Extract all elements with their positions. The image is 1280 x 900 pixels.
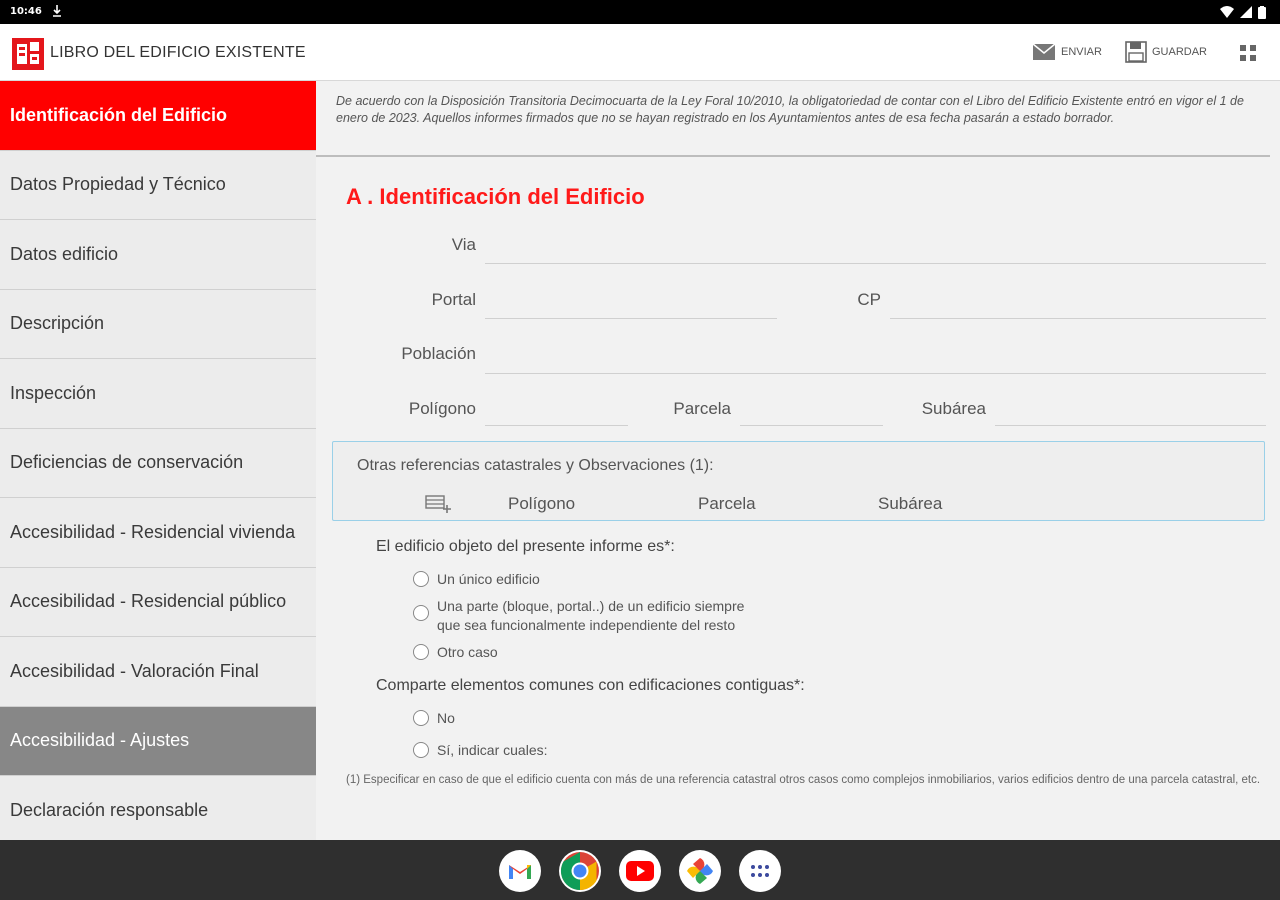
sidebar: Identificación del Edificio Datos Propie…	[0, 81, 316, 840]
poligono-input[interactable]	[485, 400, 628, 426]
portal-label: Portal	[431, 290, 476, 309]
building-type-question: El edificio objeto del presente informe …	[376, 538, 675, 555]
legal-notice: De acuerdo con la Disposición Transitori…	[336, 94, 1244, 125]
signal-icon	[1240, 6, 1252, 18]
refs-col-parcela: Parcela	[698, 494, 756, 513]
option-label-line2: que sea funcionalmente independiente del…	[437, 616, 736, 633]
chrome-icon[interactable]	[559, 850, 601, 892]
sidebar-item-declaracion[interactable]: Declaración responsable	[0, 776, 316, 840]
option-label: Otro caso	[437, 644, 498, 660]
other-references-title: Otras referencias catastrales y Observac…	[357, 457, 714, 474]
gmail-icon[interactable]	[499, 850, 541, 892]
divider	[316, 155, 1270, 157]
sidebar-item-accesibilidad-publico[interactable]: Accesibilidad - Residencial público	[0, 567, 316, 637]
option-label: Sí, indicar cuales:	[437, 742, 548, 758]
main-content: De acuerdo con la Disposición Transitori…	[316, 81, 1280, 840]
option-unico-edificio[interactable]: Un único edificio	[413, 570, 540, 589]
taskbar-dock	[0, 840, 1280, 900]
other-references-panel: Otras referencias catastrales y Observac…	[332, 441, 1265, 521]
section-title: A . Identificación del Edificio	[346, 184, 645, 209]
via-input[interactable]	[485, 238, 1266, 264]
grid-menu-icon[interactable]	[1239, 44, 1257, 62]
poligono-label: Polígono	[408, 399, 476, 418]
sidebar-item-accesibilidad-ajustes[interactable]: Accesibilidad - Ajustes	[0, 706, 316, 776]
envelope-icon	[1032, 43, 1056, 60]
save-disk-icon	[1125, 41, 1147, 63]
footnote: (1) Especificar en caso de que el edific…	[346, 774, 1261, 786]
radio-button[interactable]	[413, 605, 429, 621]
send-label: ENVIAR	[1061, 46, 1102, 58]
poblacion-input[interactable]	[485, 348, 1266, 374]
sidebar-item-accesibilidad-vivienda[interactable]: Accesibilidad - Residencial vivienda	[0, 498, 316, 568]
shared-elements-question: Comparte elementos comunes con edificaci…	[376, 677, 805, 694]
option-parte-edificio[interactable]: Una parte (bloque, portal..) de un edifi…	[413, 597, 744, 635]
option-label: Una parte (bloque, portal..) de un edifi…	[437, 597, 744, 635]
save-button[interactable]: GUARDAR	[1125, 40, 1207, 64]
option-otro-caso[interactable]: Otro caso	[413, 643, 498, 662]
refs-col-subarea: Subárea	[878, 494, 943, 513]
download-icon	[53, 5, 61, 17]
option-si[interactable]: Sí, indicar cuales:	[413, 741, 548, 760]
radio-button[interactable]	[413, 710, 429, 726]
portal-input[interactable]	[485, 293, 777, 319]
app-logo-icon	[12, 38, 44, 70]
app-bar: LIBRO DEL EDIFICIO EXISTENTE ENVIAR GUAR…	[0, 24, 1280, 81]
radio-button[interactable]	[413, 644, 429, 660]
add-reference-icon[interactable]	[425, 491, 453, 513]
radio-button[interactable]	[413, 742, 429, 758]
battery-icon	[1258, 5, 1266, 19]
status-bar: 10:46	[0, 0, 1280, 24]
option-no[interactable]: No	[413, 709, 455, 728]
radio-button[interactable]	[413, 571, 429, 587]
sidebar-item-datos-edificio[interactable]: Datos edificio	[0, 220, 316, 290]
parcela-input[interactable]	[740, 400, 883, 426]
sidebar-item-deficiencias[interactable]: Deficiencias de conservación	[0, 428, 316, 498]
via-label: Via	[451, 235, 476, 254]
clock: 10:46	[10, 6, 42, 17]
photos-icon[interactable]	[679, 850, 721, 892]
send-button[interactable]: ENVIAR	[1032, 40, 1102, 64]
option-label: Un único edificio	[437, 571, 540, 587]
cp-input[interactable]	[890, 293, 1266, 319]
youtube-icon[interactable]	[619, 850, 661, 892]
sidebar-item-accesibilidad-valoracion[interactable]: Accesibilidad - Valoración Final	[0, 637, 316, 707]
option-label-line1: Una parte (bloque, portal..) de un edifi…	[437, 598, 745, 614]
sidebar-item-inspeccion[interactable]: Inspección	[0, 359, 316, 429]
sidebar-item-datos-propiedad[interactable]: Datos Propiedad y Técnico	[0, 150, 316, 220]
refs-col-poligono: Polígono	[508, 494, 576, 513]
app-drawer-icon[interactable]	[739, 850, 781, 892]
option-label: No	[437, 710, 455, 726]
subarea-label: Subárea	[921, 399, 986, 418]
app-title: LIBRO DEL EDIFICIO EXISTENTE	[50, 44, 306, 61]
subarea-input[interactable]	[995, 400, 1266, 426]
sidebar-item-descripcion[interactable]: Descripción	[0, 289, 316, 359]
parcela-label: Parcela	[673, 399, 731, 418]
save-label: GUARDAR	[1152, 46, 1208, 58]
poblacion-label: Población	[401, 344, 476, 363]
sidebar-item-identificacion[interactable]: Identificación del Edificio	[0, 81, 316, 151]
cp-label: CP	[857, 290, 881, 309]
wifi-icon	[1220, 6, 1234, 18]
